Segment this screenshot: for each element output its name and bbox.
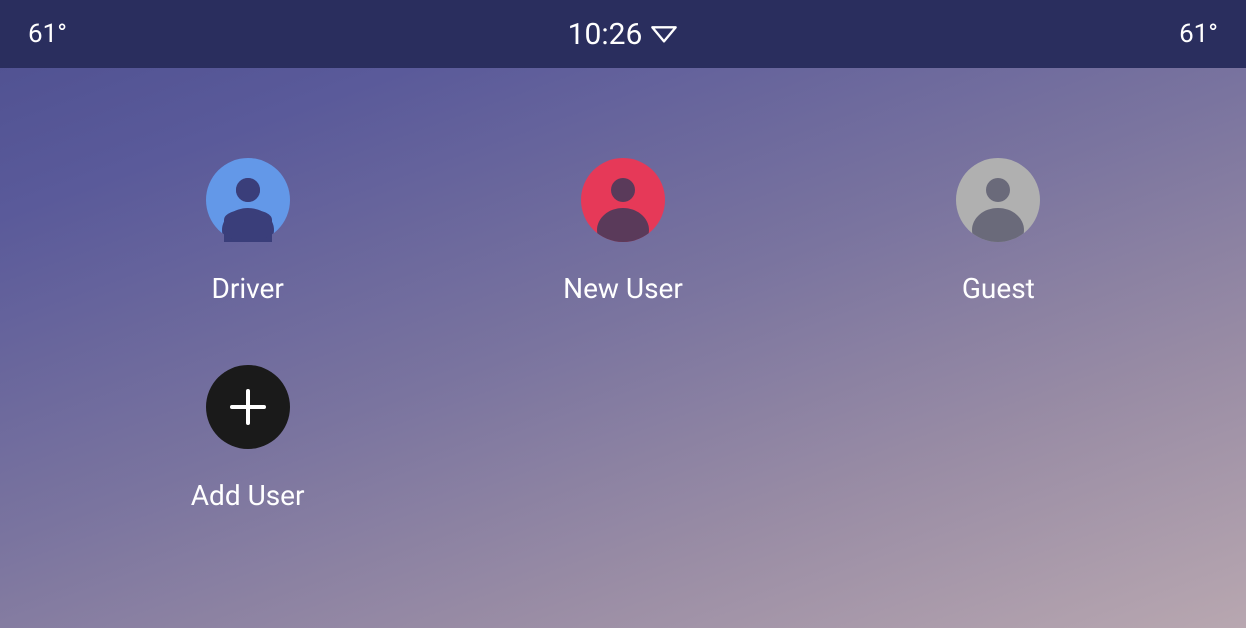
user-avatar-icon (206, 158, 290, 242)
add-user-label: Add User (191, 479, 305, 512)
plus-icon (206, 365, 290, 449)
user-item-guest[interactable]: Guest (956, 158, 1040, 305)
user-grid: Driver New User (80, 158, 1166, 512)
user-avatar-icon (581, 158, 665, 242)
user-item-driver[interactable]: Driver (206, 158, 290, 305)
status-time: 10:26 (568, 17, 643, 52)
user-item-new-user[interactable]: New User (563, 158, 683, 305)
status-center: 10:26 (568, 17, 679, 52)
user-label: New User (563, 272, 683, 305)
wifi-icon (650, 18, 678, 50)
user-avatar-icon (956, 158, 1040, 242)
status-right-temp: 61° (1179, 19, 1218, 49)
user-label: Guest (962, 272, 1035, 305)
add-user-button[interactable]: Add User (191, 365, 305, 512)
user-label: Driver (211, 272, 283, 305)
status-bar: 61° 10:26 61° (0, 0, 1246, 68)
status-left-temp: 61° (28, 19, 67, 49)
user-selection-content: Driver New User (0, 68, 1246, 552)
